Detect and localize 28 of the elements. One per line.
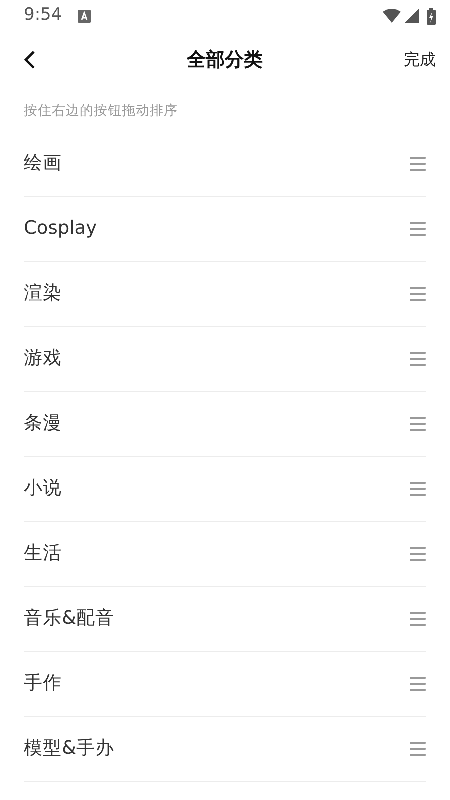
drag-handle-icon[interactable] (410, 612, 426, 626)
drag-handle-icon[interactable] (410, 482, 426, 496)
drag-handle-icon[interactable] (410, 352, 426, 366)
done-button[interactable]: 完成 (404, 48, 436, 72)
drag-handle-icon[interactable] (410, 157, 426, 171)
drag-handle-icon[interactable] (410, 547, 426, 561)
drag-handle-icon[interactable] (410, 287, 426, 301)
category-label: Cosplay (24, 217, 98, 242)
battery-icon (427, 8, 436, 24)
hint-text: 按住右边的按钮拖动排序 (24, 103, 178, 119)
drag-handle-icon[interactable] (410, 222, 426, 236)
drag-handle-icon[interactable] (410, 677, 426, 691)
notification-icon (78, 10, 92, 22)
drag-handle-icon[interactable] (410, 417, 426, 431)
category-label: 音乐&配音 (24, 607, 114, 632)
category-label: 手作 (24, 672, 62, 696)
category-label: 绘画 (24, 152, 62, 176)
category-label: 小说 (24, 477, 62, 502)
signal-icon (405, 9, 419, 23)
category-label: 渲染 (24, 282, 62, 306)
category-label: 游戏 (24, 347, 62, 372)
category-label: 生活 (24, 542, 62, 566)
category-label: 条漫 (24, 412, 62, 436)
wifi-icon (383, 9, 401, 23)
category-label: 模型&手办 (24, 737, 114, 762)
drag-handle-icon[interactable] (410, 742, 426, 756)
status-time: 9:54 (24, 4, 62, 28)
page-title: 全部分类 (187, 48, 263, 73)
